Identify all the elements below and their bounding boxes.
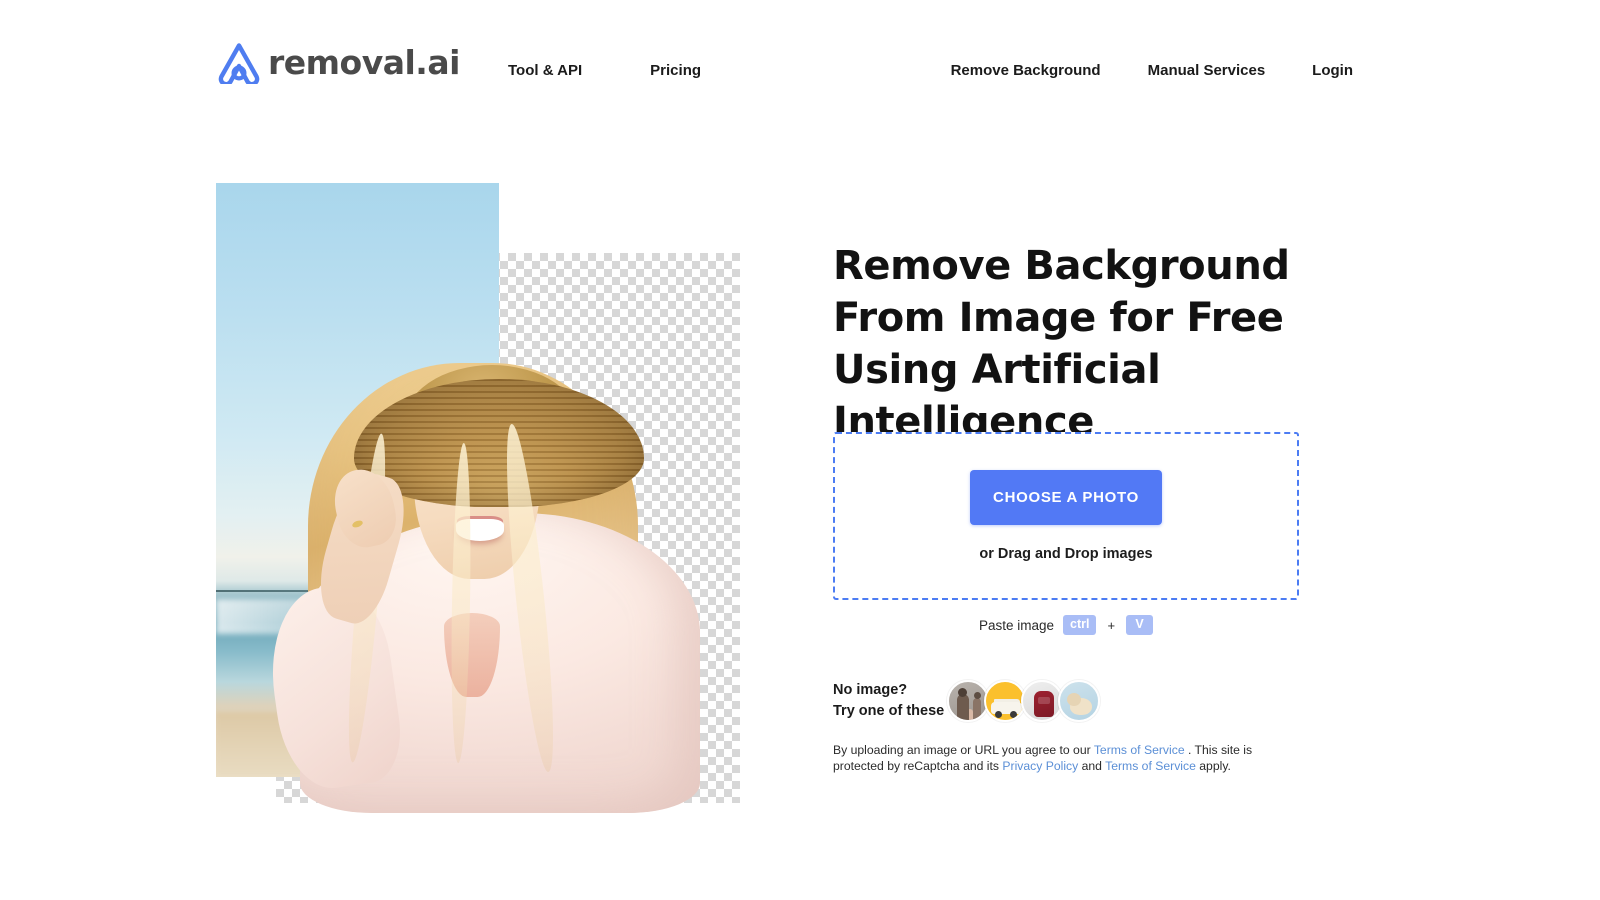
sample-thumbnail-car[interactable] [984, 680, 1026, 722]
site-header: removal.ai Tool & API Pricing Remove Bac… [0, 0, 1600, 125]
sample-thumbnail-backpack[interactable] [1021, 680, 1063, 722]
legal-text-part1: By uploading an image or URL you agree t… [833, 743, 1094, 757]
hero-content: Remove Background From Image for Free Us… [833, 183, 1303, 773]
nav-item-login[interactable]: Login [1312, 62, 1353, 80]
upload-dropzone[interactable]: CHOOSE A PHOTO or Drag and Drop images [833, 432, 1299, 600]
key-v[interactable]: V [1126, 615, 1154, 635]
photo-background-sea-glint [216, 598, 498, 635]
sample-images-section: No image? Try one of these [833, 680, 1100, 722]
sample-images-label-line1: No image? [833, 682, 908, 698]
photo-background-sand [216, 711, 499, 777]
key-plus-separator: + [1107, 617, 1116, 633]
nav-item-manual-services[interactable]: Manual Services [1148, 62, 1266, 80]
terms-of-service-link-2[interactable]: Terms of Service [1105, 759, 1196, 773]
legal-disclaimer: By uploading an image or URL you agree t… [833, 743, 1285, 774]
hero-image [216, 183, 740, 813]
choose-a-photo-button[interactable]: CHOOSE A PHOTO [970, 470, 1162, 525]
primary-nav-left: Tool & API Pricing [508, 62, 701, 80]
hero-photo-original [216, 183, 499, 777]
logo-text: removal.ai [268, 42, 460, 82]
sample-thumbnail-dog[interactable] [1058, 680, 1100, 722]
legal-text-part3: and [1078, 758, 1106, 773]
nav-item-remove-background[interactable]: Remove Background [951, 62, 1101, 80]
privacy-policy-link[interactable]: Privacy Policy [1002, 759, 1078, 773]
sample-images-label-line2: Try one of these [833, 703, 945, 719]
logo[interactable]: removal.ai [216, 40, 460, 84]
sample-images-label: No image? Try one of these [833, 680, 945, 722]
sample-thumbnails [947, 680, 1100, 722]
key-ctrl[interactable]: ctrl [1063, 615, 1097, 635]
nav-item-pricing[interactable]: Pricing [650, 62, 701, 80]
sample-thumbnail-family[interactable] [947, 680, 989, 722]
paste-image-label: Paste image [978, 617, 1054, 633]
legal-text-part4: apply. [1195, 758, 1231, 773]
paste-image-hint: Paste image ctrl + V [833, 615, 1299, 635]
nav-item-tool-api[interactable]: Tool & API [508, 62, 582, 80]
photo-background-sky [216, 183, 499, 777]
terms-of-service-link-1[interactable]: Terms of Service [1094, 743, 1185, 757]
photo-background-horizon [216, 589, 499, 592]
primary-nav-right: Remove Background Manual Services Login [951, 62, 1353, 80]
drag-and-drop-hint: or Drag and Drop images [979, 546, 1153, 562]
page-title: Remove Background From Image for Free Us… [833, 243, 1290, 445]
removal-ai-logo-mark-icon [218, 43, 260, 84]
